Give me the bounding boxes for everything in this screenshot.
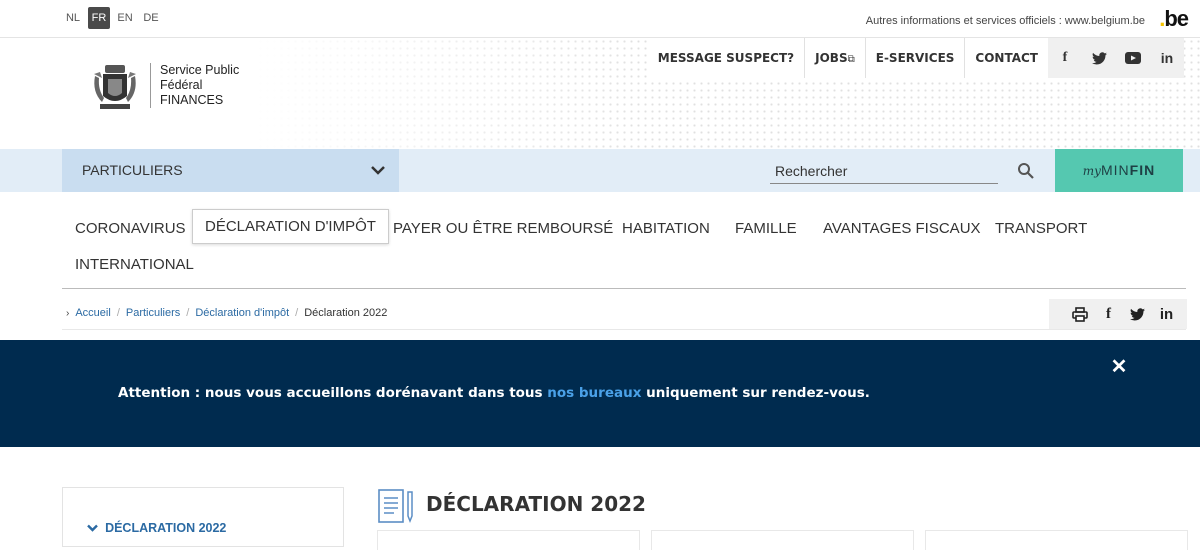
lang-fr[interactable]: FR bbox=[88, 7, 110, 29]
nav-payer-rembourse[interactable]: PAYER OU ÊTRE REMBOURSÉ bbox=[393, 220, 613, 237]
print-icon[interactable] bbox=[1065, 299, 1094, 329]
lang-de[interactable]: DE bbox=[140, 7, 162, 29]
bureaux-link[interactable]: nos bureaux bbox=[547, 385, 641, 401]
nav-transport[interactable]: TRANSPORT bbox=[995, 220, 1087, 237]
search-icon[interactable] bbox=[1017, 162, 1035, 180]
nav-international[interactable]: INTERNATIONAL bbox=[75, 256, 194, 273]
linkedin-share-icon[interactable]: in bbox=[1152, 299, 1181, 329]
alert-banner: ✕ Attention : nous vous accueillons doré… bbox=[0, 340, 1200, 447]
sidebar-menu: DÉCLARATION 2022 bbox=[62, 487, 344, 547]
nav-divider bbox=[62, 288, 1186, 289]
close-icon[interactable]: ✕ bbox=[1108, 356, 1130, 378]
breadcrumb-divider bbox=[62, 329, 1186, 330]
twitter-icon[interactable] bbox=[1082, 38, 1116, 78]
audience-dropdown[interactable]: PARTICULIERS bbox=[62, 149, 399, 192]
top-navigation: MESSAGE SUSPECT? JOBS⧉ E-SERVICES CONTAC… bbox=[647, 38, 1184, 78]
lang-nl[interactable]: NL bbox=[62, 7, 84, 29]
document-icon bbox=[378, 489, 413, 524]
audience-search-bar: PARTICULIERS myMINFIN bbox=[0, 149, 1200, 192]
breadcrumb: › Accueil / Particuliers / Déclaration d… bbox=[66, 307, 388, 319]
language-switcher: NL FR EN DE bbox=[62, 7, 162, 29]
social-links: f in bbox=[1048, 38, 1184, 78]
nav-e-services[interactable]: E-SERVICES bbox=[866, 38, 966, 78]
nav-habitation[interactable]: HABITATION bbox=[622, 220, 710, 237]
belgian-crest-icon[interactable] bbox=[90, 62, 140, 114]
youtube-icon[interactable] bbox=[1116, 38, 1150, 78]
chevron-down-icon bbox=[87, 523, 101, 535]
nav-declaration-impot[interactable]: DÉCLARATION D'IMPÔT bbox=[192, 209, 389, 244]
share-toolbar: f in bbox=[1049, 299, 1187, 329]
belgium-be-logo[interactable]: .be bbox=[1159, 6, 1189, 32]
breadcrumb-current: Déclaration 2022 bbox=[304, 307, 388, 319]
search-input[interactable] bbox=[770, 158, 998, 184]
linkedin-icon[interactable]: in bbox=[1150, 38, 1184, 78]
nav-jobs[interactable]: JOBS⧉ bbox=[805, 38, 866, 78]
nav-message-suspect[interactable]: MESSAGE SUSPECT? bbox=[648, 38, 806, 78]
content-card bbox=[651, 530, 914, 550]
alert-message: Attention : nous vous accueillons doréna… bbox=[118, 385, 870, 401]
nav-coronavirus[interactable]: CORONAVIRUS bbox=[75, 220, 186, 237]
content-card bbox=[925, 530, 1188, 550]
belgium-link[interactable]: Autres informations et services officiel… bbox=[866, 15, 1145, 27]
external-link-icon: ⧉ bbox=[847, 54, 855, 65]
nav-contact[interactable]: CONTACT bbox=[965, 38, 1048, 78]
nav-avantages-fiscaux[interactable]: AVANTAGES FISCAUX bbox=[823, 220, 981, 237]
spf-finances-logo-text[interactable]: Service Public Fédéral FINANCES bbox=[150, 63, 239, 108]
sidebar-item-declaration-2022[interactable]: DÉCLARATION 2022 bbox=[87, 521, 226, 535]
breadcrumb-particuliers[interactable]: Particuliers bbox=[126, 307, 180, 319]
lang-en[interactable]: EN bbox=[114, 7, 136, 29]
breadcrumb-accueil[interactable]: Accueil bbox=[75, 307, 110, 319]
facebook-share-icon[interactable]: f bbox=[1094, 299, 1123, 329]
site-header: Service Public Fédéral FINANCES MESSAGE … bbox=[0, 38, 1200, 148]
content-card bbox=[377, 530, 640, 550]
twitter-share-icon[interactable] bbox=[1123, 299, 1152, 329]
myminfin-button[interactable]: myMINFIN bbox=[1055, 149, 1183, 192]
chevron-down-icon bbox=[371, 149, 385, 192]
facebook-icon[interactable]: f bbox=[1048, 38, 1082, 78]
nav-famille[interactable]: FAMILLE bbox=[735, 220, 797, 237]
breadcrumb-declaration-impot[interactable]: Déclaration d'impôt bbox=[195, 307, 289, 319]
top-bar: NL FR EN DE Autres informations et servi… bbox=[0, 0, 1200, 38]
page-title: DÉCLARATION 2022 bbox=[426, 492, 646, 516]
breadcrumb-chevron-icon: › bbox=[66, 307, 70, 319]
